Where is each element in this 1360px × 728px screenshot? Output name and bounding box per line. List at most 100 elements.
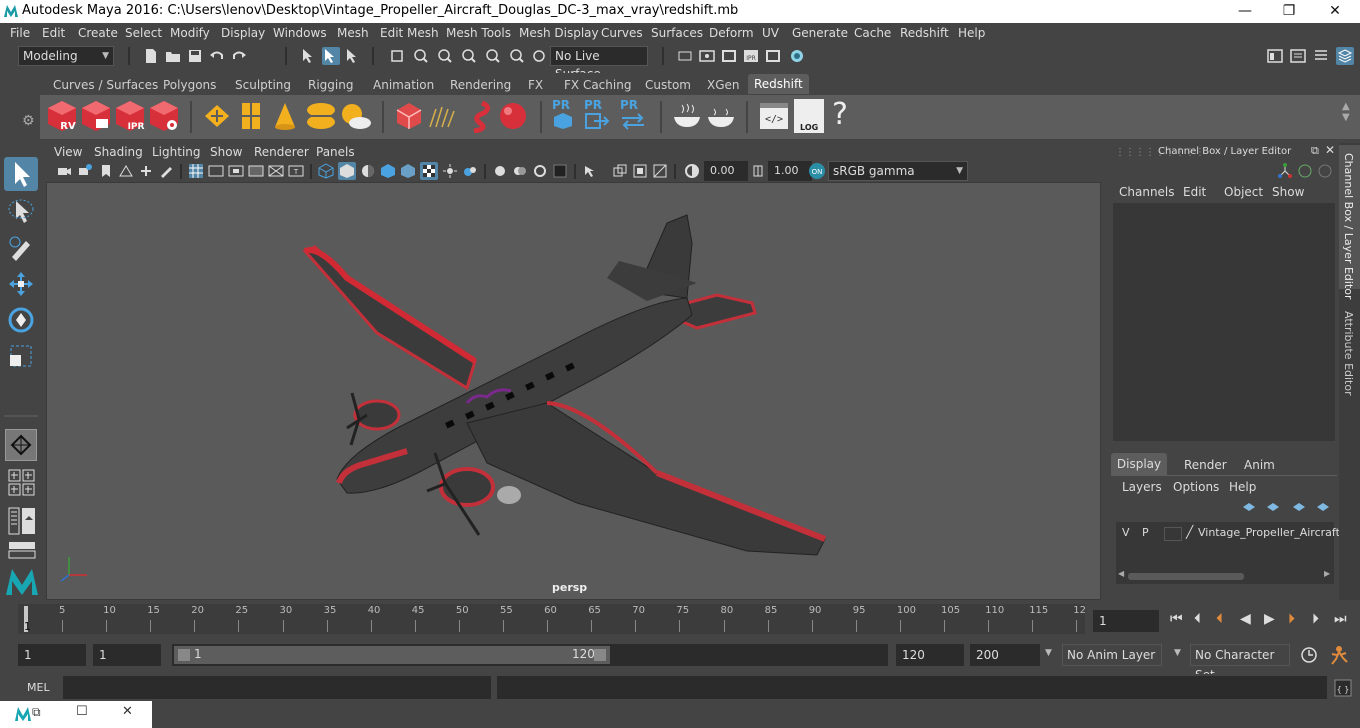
close-button[interactable]: ✕ bbox=[1312, 0, 1358, 23]
tab-rendering[interactable]: Rendering bbox=[444, 77, 517, 97]
menu-create[interactable]: Create bbox=[78, 26, 118, 40]
redshift-proxy-export-icon[interactable]: PR bbox=[552, 98, 578, 136]
menu-mesh-display[interactable]: Mesh Display bbox=[519, 26, 599, 40]
redo-icon[interactable] bbox=[230, 47, 248, 65]
menu-redshift[interactable]: Redshift bbox=[900, 26, 949, 40]
tab-curves-surfaces[interactable]: Curves / Surfaces bbox=[47, 77, 164, 97]
mode-selector[interactable]: Modeling ▼ bbox=[18, 46, 114, 66]
workspace-icon[interactable] bbox=[1266, 47, 1284, 65]
script-editor-icon[interactable]: { } bbox=[1334, 679, 1352, 697]
time-slider[interactable]: 1 5 10 15 20 25 30 35 40 45 50 55 60 65 70 75 80 85 90 95 1… bbox=[18, 604, 1086, 634]
menu-help[interactable]: Help bbox=[958, 26, 985, 40]
menu-mesh-tools[interactable]: Mesh Tools bbox=[446, 26, 511, 40]
redshift-mesh-params-icon[interactable] bbox=[394, 101, 424, 131]
paint-select-icon[interactable] bbox=[6, 233, 36, 263]
screen-space-ao-icon[interactable] bbox=[462, 163, 478, 179]
channels-menu[interactable]: Channels bbox=[1119, 185, 1175, 199]
tab-custom[interactable]: Custom bbox=[639, 77, 697, 97]
smooth-shade-icon[interactable] bbox=[338, 162, 356, 180]
tab-animation[interactable]: Animation bbox=[367, 77, 440, 97]
range-start-handle[interactable] bbox=[178, 649, 190, 661]
float-panel-icon[interactable]: ⧉ bbox=[1311, 144, 1319, 158]
help-menu[interactable]: Help bbox=[1229, 480, 1256, 494]
save-scene-icon[interactable] bbox=[186, 47, 204, 65]
redshift-bake-icon[interactable] bbox=[670, 101, 704, 131]
tab-render[interactable]: Render bbox=[1184, 458, 1227, 472]
playback-start-field[interactable]: 1 bbox=[93, 644, 161, 666]
redshift-material-icon[interactable] bbox=[496, 100, 530, 132]
hypershade-icon[interactable] bbox=[788, 47, 806, 65]
two-d-pan-zoom-icon[interactable] bbox=[138, 163, 154, 179]
wireframe-icon[interactable] bbox=[318, 163, 334, 179]
layer-visibility-toggle[interactable]: V bbox=[1122, 526, 1130, 539]
hyper-icon[interactable] bbox=[1317, 163, 1333, 179]
wireframe-on-shaded-icon[interactable] bbox=[380, 163, 396, 179]
layers-menu[interactable]: Layers bbox=[1122, 480, 1162, 494]
panel-menu-shading[interactable]: Shading bbox=[94, 145, 143, 159]
menu-file[interactable]: File bbox=[10, 26, 30, 40]
tab-fx-caching[interactable]: FX Caching bbox=[558, 77, 637, 97]
redshift-dome-light-icon[interactable] bbox=[304, 100, 338, 132]
redshift-proxy-import-icon[interactable]: PR bbox=[584, 98, 614, 136]
animation-preferences-icon[interactable] bbox=[1328, 644, 1350, 666]
scroll-right-icon[interactable]: ▶ bbox=[1324, 569, 1330, 578]
menu-cache[interactable]: Cache bbox=[854, 26, 891, 40]
xray-icon[interactable] bbox=[582, 163, 598, 179]
step-forward-frame-icon[interactable]: ⏵ bbox=[1312, 611, 1319, 627]
menu-display[interactable]: Display bbox=[221, 26, 265, 40]
redshift-light-icon[interactable] bbox=[270, 100, 300, 132]
chevron-down-icon[interactable]: ▼ bbox=[1174, 648, 1181, 658]
panel-menu-renderer[interactable]: Renderer bbox=[254, 145, 309, 159]
toggle-attribute-editor-icon[interactable] bbox=[1312, 47, 1330, 65]
backface-culling-icon[interactable] bbox=[652, 163, 668, 179]
scroll-left-icon[interactable]: ◀ bbox=[1118, 569, 1124, 578]
redshift-volume-icon[interactable] bbox=[236, 100, 266, 132]
move-layer-down-icon[interactable] bbox=[1265, 500, 1281, 514]
current-frame-field[interactable]: 1 bbox=[1093, 610, 1159, 632]
layer-name[interactable]: Vintage_Propeller_Aircraft bbox=[1198, 526, 1340, 539]
gate-mask-icon[interactable] bbox=[248, 163, 264, 179]
restore-icon[interactable]: ⧉ bbox=[32, 705, 41, 720]
render-view-icon[interactable] bbox=[698, 47, 716, 65]
redshift-proxy-swap-icon[interactable]: PR bbox=[620, 98, 650, 136]
select-by-object-icon[interactable] bbox=[322, 47, 340, 65]
maximize-button[interactable]: ❐ bbox=[1266, 0, 1312, 23]
character-set-selector[interactable]: No Character Set bbox=[1190, 644, 1290, 682]
exposure-icon[interactable] bbox=[684, 163, 700, 179]
channel-list[interactable] bbox=[1113, 203, 1335, 441]
xray-joints-icon[interactable] bbox=[612, 163, 628, 179]
range-slider-handle[interactable]: 1 120 bbox=[174, 646, 610, 664]
side-tab-attribute-editor[interactable]: Attribute Editor bbox=[1339, 303, 1360, 403]
speed-icon[interactable] bbox=[1297, 163, 1313, 179]
redshift-batch-render-icon[interactable] bbox=[80, 99, 112, 133]
menu-edit-mesh[interactable]: Edit Mesh bbox=[380, 26, 439, 40]
range-slider[interactable]: 1 120 bbox=[172, 644, 888, 666]
menu-edit[interactable]: Edit bbox=[42, 26, 65, 40]
tab-rigging[interactable]: Rigging bbox=[302, 77, 359, 97]
go-to-end-icon[interactable]: ⏭ bbox=[1334, 611, 1347, 627]
chevron-down-icon[interactable]: ▼ bbox=[1045, 648, 1052, 658]
textured-icon[interactable] bbox=[400, 163, 416, 179]
panel-menu-panels[interactable]: Panels bbox=[316, 145, 355, 159]
play-forwards-icon[interactable]: ▶ bbox=[1264, 611, 1275, 627]
step-back-key-icon[interactable]: ⏴ bbox=[1216, 611, 1223, 627]
menu-modify[interactable]: Modify bbox=[170, 26, 210, 40]
close-panel-icon[interactable]: ✕ bbox=[1325, 143, 1335, 157]
show-menu[interactable]: Show bbox=[1272, 185, 1304, 199]
manipulator-icon[interactable] bbox=[1277, 163, 1293, 179]
shelf-scroll-icon[interactable]: ▲ ▼ bbox=[1342, 101, 1350, 123]
range-end-handle[interactable] bbox=[594, 649, 606, 661]
snap-curve-icon[interactable] bbox=[436, 47, 454, 65]
select-by-component-icon[interactable] bbox=[344, 47, 362, 65]
image-plane-icon[interactable] bbox=[118, 163, 134, 179]
isolate-select-icon[interactable] bbox=[552, 163, 568, 179]
toggle-channel-box-icon[interactable] bbox=[1336, 47, 1354, 65]
select-tool[interactable] bbox=[4, 157, 38, 191]
redshift-hair-icon[interactable] bbox=[426, 101, 460, 131]
exposure-field[interactable]: 0.00 bbox=[704, 161, 748, 181]
panel-menu-show[interactable]: Show bbox=[210, 145, 242, 159]
toggle-modeling-toolkit-icon[interactable] bbox=[1289, 47, 1307, 65]
step-forward-key-icon[interactable]: ⏵ bbox=[1288, 611, 1295, 627]
tab-redshift[interactable]: Redshift bbox=[748, 74, 809, 94]
resolution-gate-icon[interactable] bbox=[228, 163, 244, 179]
